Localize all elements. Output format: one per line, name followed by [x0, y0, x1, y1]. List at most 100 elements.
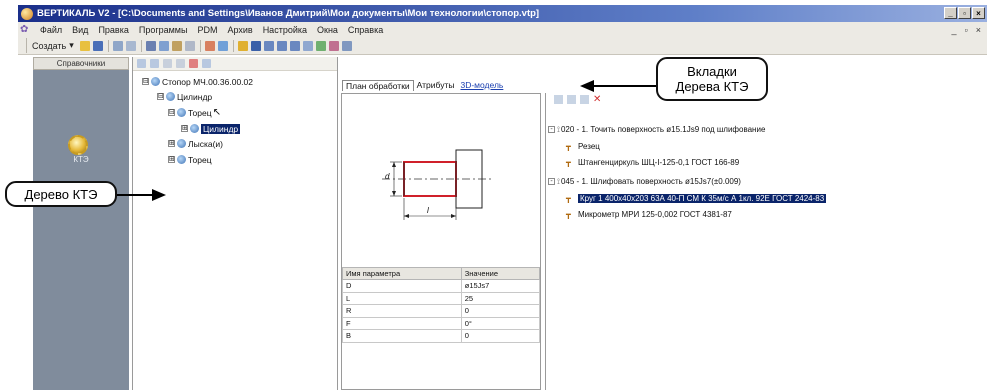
- open-folder-icon[interactable]: [80, 40, 91, 51]
- menu-archive[interactable]: Архив: [222, 25, 257, 35]
- tree-node-root[interactable]: ⊟ Стопор МЧ.00.36.00.02: [142, 76, 253, 87]
- add-operation-icon[interactable]: [554, 95, 563, 104]
- collapse-icon[interactable]: ⊟: [168, 109, 175, 116]
- tree-icon[interactable]: [316, 40, 327, 51]
- column-header-value: Значение: [460, 267, 541, 280]
- tool-icon: ┳: [566, 157, 571, 167]
- callout-tabs-arrow: [592, 85, 656, 87]
- copy-icon[interactable]: [159, 40, 170, 51]
- menu-edit[interactable]: Правка: [93, 25, 133, 35]
- add-transition-icon[interactable]: [567, 95, 576, 104]
- mdi-close-button[interactable]: ×: [976, 25, 981, 35]
- callout-tree: Дерево КТЭ: [5, 181, 117, 207]
- table-row[interactable]: F 0°: [342, 316, 541, 330]
- menu-settings[interactable]: Настройка: [258, 25, 312, 35]
- paste-icon[interactable]: [172, 40, 183, 51]
- operation-icon: ⟟: [557, 124, 560, 134]
- table-row[interactable]: R 0: [342, 304, 541, 318]
- wizard-icon[interactable]: [238, 40, 249, 51]
- tree-move-icon[interactable]: [176, 59, 185, 68]
- tree-node-end-face[interactable]: ⊟ Торец ↖: [168, 107, 221, 118]
- tree-settings-icon[interactable]: [202, 59, 211, 68]
- expand-icon[interactable]: ⊞: [168, 156, 175, 163]
- collapse-icon[interactable]: -: [548, 178, 555, 185]
- table-row[interactable]: D ø15Js7: [342, 279, 541, 293]
- tree-add-icon[interactable]: [137, 59, 146, 68]
- create-button[interactable]: Создать ▾: [26, 38, 79, 53]
- param-name: L: [342, 291, 462, 305]
- tree-node-cylinder-nested[interactable]: ⊞ Цилиндр: [181, 123, 241, 134]
- view-icon[interactable]: [342, 40, 353, 51]
- kte-icon: [177, 155, 186, 164]
- minimize-button[interactable]: _: [944, 7, 957, 19]
- operation-045[interactable]: - ⟟ 045 - 1. Шлифовать поверхность ø15Js…: [548, 176, 741, 187]
- tool-row[interactable]: ┳ Штангенциркуль ШЦ-I-125-0,1 ГОСТ 166-8…: [566, 157, 739, 168]
- close-button[interactable]: ×: [972, 7, 985, 19]
- tree-delete-icon[interactable]: [189, 59, 198, 68]
- param-value[interactable]: 25: [460, 291, 541, 305]
- model-icon[interactable]: [329, 40, 340, 51]
- mdi-restore-button[interactable]: ▫: [965, 25, 968, 35]
- properties-icon[interactable]: [113, 40, 124, 51]
- tree-node-end-face-2[interactable]: ⊞ Торец: [168, 154, 212, 165]
- tool-icon: ┳: [566, 193, 571, 203]
- format-icon[interactable]: [185, 40, 196, 51]
- param-value[interactable]: 0: [460, 329, 541, 343]
- tree-filter-icon[interactable]: [163, 59, 172, 68]
- tool-row[interactable]: ┳ Микрометр МРИ 125-0,002 ГОСТ 4381-87: [566, 209, 732, 220]
- sidebar-item-kte[interactable]: КТЭ: [33, 155, 129, 164]
- tab-processing-plan[interactable]: План обработки: [342, 79, 414, 91]
- tree-node-label-selected: Цилиндр: [201, 123, 241, 134]
- param-value[interactable]: 0: [460, 304, 541, 318]
- menu-bar: ✿ Файл Вид Правка Программы PDM Архив На…: [18, 22, 987, 37]
- tab-attributes[interactable]: Атрибуты: [414, 80, 458, 90]
- kte-tree-panel: [132, 57, 338, 390]
- menu-help[interactable]: Справка: [343, 25, 388, 35]
- tool-label: Микрометр МРИ 125-0,002 ГОСТ 4381-87: [578, 210, 732, 219]
- tool-row[interactable]: ┳ Резец: [566, 141, 600, 152]
- system-menu-icon[interactable]: ✿: [20, 24, 31, 35]
- menu-file[interactable]: Файл: [35, 25, 67, 35]
- toolbar-separator: [140, 39, 142, 52]
- collapse-icon[interactable]: ⊟: [157, 93, 164, 100]
- tree-add-child-icon[interactable]: [150, 59, 159, 68]
- grid-icon[interactable]: [251, 40, 262, 51]
- expand-icon[interactable]: ⊞: [168, 140, 175, 147]
- menu-pdm[interactable]: PDM: [192, 25, 222, 35]
- param-value[interactable]: 0°: [460, 316, 541, 330]
- collapse-icon[interactable]: ⊟: [142, 78, 149, 85]
- add-tool-icon[interactable]: [580, 95, 589, 104]
- kte-icon: [166, 92, 175, 101]
- layout-icon[interactable]: [264, 40, 275, 51]
- archive-icon[interactable]: [126, 40, 137, 51]
- redo-icon[interactable]: [218, 40, 229, 51]
- kte-gear-icon[interactable]: [68, 135, 88, 155]
- cut-icon[interactable]: [146, 40, 157, 51]
- sidebar-header[interactable]: Справочники: [33, 57, 129, 70]
- menu-view[interactable]: Вид: [67, 25, 93, 35]
- tool-row-selected[interactable]: ┳ Круг 1 400x40x203 63А 40-П СМ К 35м/с …: [566, 193, 827, 204]
- param-value[interactable]: ø15Js7: [460, 279, 541, 293]
- collapse-icon[interactable]: -: [548, 126, 555, 133]
- main-toolbar: Создать ▾: [18, 37, 987, 55]
- expand-icon[interactable]: ⊞: [181, 125, 188, 132]
- table-row[interactable]: L 25: [342, 291, 541, 305]
- panel-icon[interactable]: [290, 40, 301, 51]
- save-icon[interactable]: [93, 40, 104, 51]
- delete-icon[interactable]: ✕: [593, 95, 602, 105]
- parameters-table: Имя параметра Значение D ø15Js7 L 25 R 0…: [342, 267, 541, 343]
- operation-020[interactable]: - ⟟ 020 - 1. Точить поверхность ø15.1Js9…: [548, 124, 765, 135]
- mdi-minimize-button[interactable]: _: [952, 25, 957, 35]
- maximize-button[interactable]: ▫: [958, 7, 971, 19]
- menu-programs[interactable]: Программы: [134, 25, 193, 35]
- table-icon[interactable]: [277, 40, 288, 51]
- undo-icon[interactable]: [205, 40, 216, 51]
- menu-windows[interactable]: Окна: [312, 25, 343, 35]
- tree-node-flats[interactable]: ⊞ Лыска(и): [168, 138, 223, 149]
- table-row[interactable]: B 0: [342, 329, 541, 343]
- part-icon: [151, 77, 160, 86]
- arrow-icon[interactable]: [303, 40, 314, 51]
- dimension-l-label: l: [427, 206, 429, 215]
- tree-node-cylinder[interactable]: ⊟ Цилиндр: [157, 91, 212, 102]
- tab-3d-model[interactable]: 3D-модель: [457, 80, 506, 90]
